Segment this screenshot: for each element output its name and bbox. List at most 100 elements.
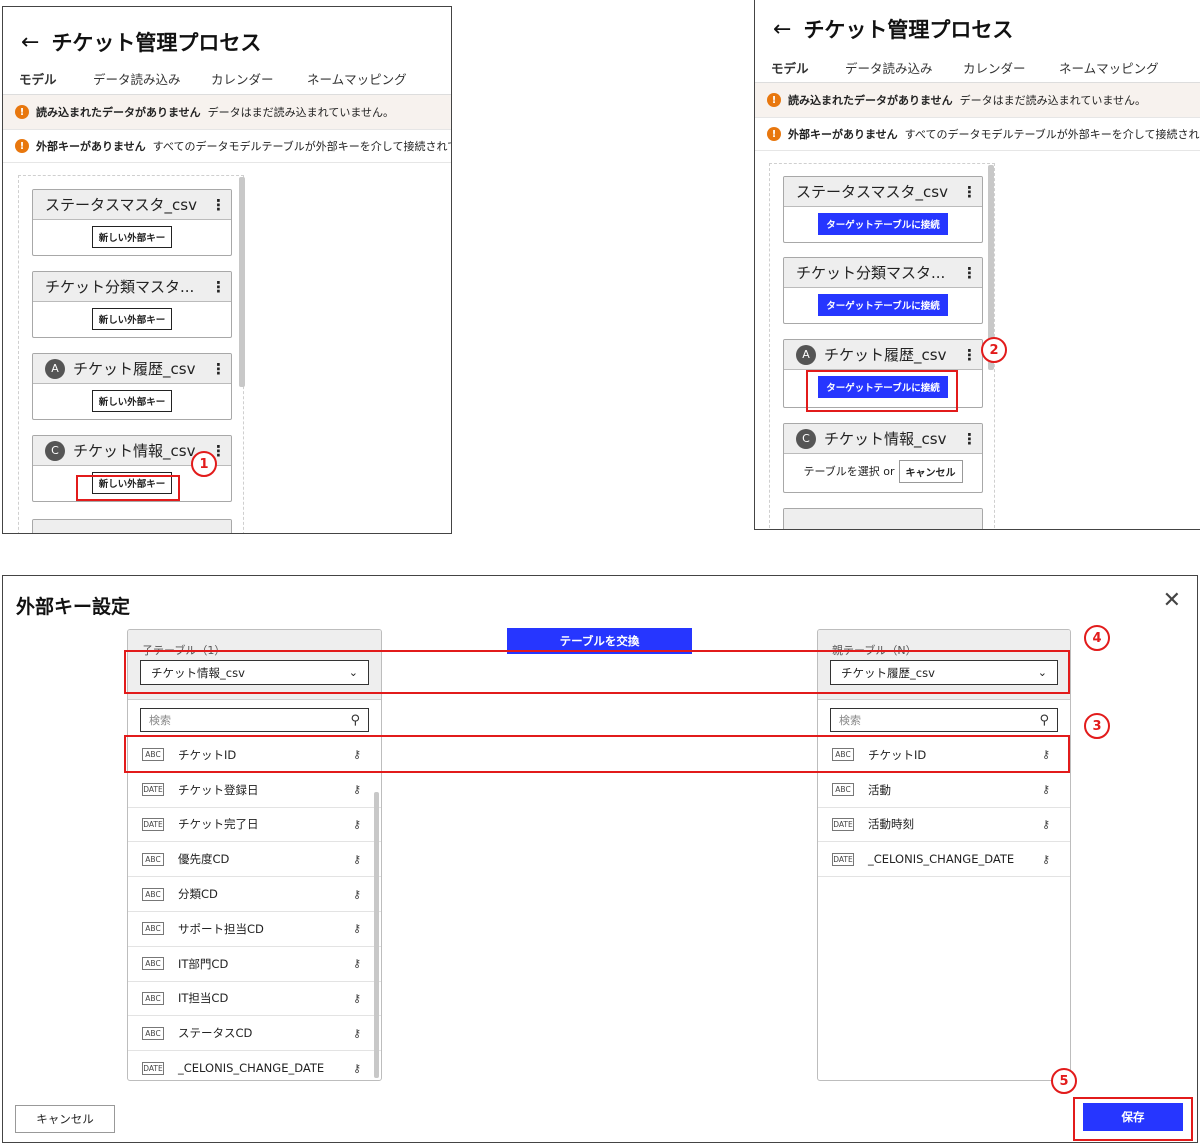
more-menu-icon[interactable]: ⋮ bbox=[962, 346, 977, 364]
table-name: チケット分類マスタ... bbox=[796, 264, 946, 282]
save-button[interactable]: 保存 bbox=[1083, 1103, 1183, 1131]
more-menu-icon[interactable]: ⋮ bbox=[962, 183, 977, 201]
child-search-input[interactable]: 検索 ⚲ bbox=[140, 708, 369, 732]
case-badge: C bbox=[45, 440, 65, 461]
table-card-ticket-history[interactable]: A チケット履歴_csv ⋮ 新しい外部キー bbox=[32, 353, 232, 420]
field-row[interactable]: ABC IT担当CD ⚷ bbox=[128, 982, 381, 1017]
warning-icon: ! bbox=[767, 127, 781, 141]
more-menu-icon[interactable]: ⋮ bbox=[211, 360, 226, 378]
activity-badge: A bbox=[796, 344, 816, 365]
tab-name-mapping[interactable]: ネームマッピング bbox=[307, 69, 407, 97]
table-name: ステータスマスタ_csv bbox=[796, 183, 948, 201]
type-badge: ABC bbox=[142, 852, 164, 866]
table-card-status-master[interactable]: ステータスマスタ_csv ⋮ 新しい外部キー bbox=[32, 189, 232, 256]
connect-target-table-button[interactable]: ターゲットテーブルに接続 bbox=[818, 294, 948, 316]
field-row[interactable]: ABC IT部門CD ⚷ bbox=[128, 947, 381, 982]
child-list-scrollbar[interactable] bbox=[374, 792, 379, 1078]
activity-badge: A bbox=[45, 358, 65, 379]
type-badge: ABC bbox=[142, 991, 164, 1005]
table-card-partial[interactable] bbox=[32, 519, 232, 533]
field-row[interactable]: ABC 優先度CD ⚷ bbox=[128, 842, 381, 878]
type-badge: ABC bbox=[142, 957, 164, 971]
field-name: 活動時刻 bbox=[868, 817, 914, 832]
search-placeholder: 検索 bbox=[839, 714, 861, 727]
key-icon[interactable]: ⚷ bbox=[1042, 853, 1050, 866]
warning-icon: ! bbox=[15, 139, 29, 153]
back-arrow-icon[interactable]: ← bbox=[773, 17, 791, 42]
table-card-status-master[interactable]: ステータスマスタ_csv ⋮ ターゲットテーブルに接続 bbox=[783, 176, 983, 243]
page-header: ← チケット管理プロセス bbox=[773, 14, 1013, 44]
child-field-list: ABC チケットID ⚷ DATE チケット登録日 ⚷ DATE チケット完了日 ⚷ ABC… bbox=[128, 738, 381, 1080]
table-card-partial[interactable] bbox=[783, 508, 983, 529]
field-row[interactable]: DATE チケット登録日 ⚷ bbox=[128, 773, 381, 808]
table-name: チケット情報_csv bbox=[824, 430, 947, 448]
table-card-category-master[interactable]: チケット分類マスタ... ⋮ 新しい外部キー bbox=[32, 271, 232, 338]
canvas-scrollbar[interactable] bbox=[239, 177, 245, 387]
back-arrow-icon[interactable]: ← bbox=[21, 30, 39, 55]
connect-target-table-button[interactable]: ターゲットテーブルに接続 bbox=[818, 213, 948, 235]
table-card-category-master[interactable]: チケット分類マスタ... ⋮ ターゲットテーブルに接続 bbox=[783, 257, 983, 324]
more-menu-icon[interactable]: ⋮ bbox=[962, 264, 977, 282]
step-marker-1: 1 bbox=[191, 451, 217, 477]
warning-title: 外部キーがありません bbox=[36, 140, 146, 153]
foreign-key-dialog: 外部キー設定 ✕ テーブルを交換 子テーブル（1） チケット情報_csv ⌄ 検… bbox=[2, 575, 1198, 1143]
type-badge: ABC bbox=[142, 1026, 164, 1040]
tab-data-load[interactable]: データ読み込み bbox=[93, 69, 211, 97]
parent-search-input[interactable]: 検索 ⚲ bbox=[830, 708, 1058, 732]
tab-bar: モデル データ読み込み カレンダー ネームマッピング bbox=[5, 69, 407, 97]
child-table-panel: 子テーブル（1） チケット情報_csv ⌄ 検索 ⚲ ABC チケットID ⚷ DA… bbox=[127, 629, 382, 1081]
key-icon[interactable]: ⚷ bbox=[353, 783, 361, 796]
field-row[interactable]: ABC ステータスCD ⚷ bbox=[128, 1016, 381, 1052]
table-name: チケット履歴_csv bbox=[73, 360, 196, 378]
new-foreign-key-button[interactable]: 新しい外部キー bbox=[91, 390, 173, 412]
step-marker-4: 4 bbox=[1084, 625, 1110, 651]
close-icon[interactable]: ✕ bbox=[1163, 588, 1181, 613]
warning-text: すべてのデータモデルテーブルが外部キーを介して接続されて bbox=[904, 128, 1200, 141]
type-badge: DATE bbox=[142, 817, 164, 831]
field-row[interactable]: ABC 活動 ⚷ bbox=[818, 773, 1070, 808]
key-icon[interactable]: ⚷ bbox=[353, 1062, 361, 1075]
search-icon: ⚲ bbox=[1039, 712, 1049, 728]
new-foreign-key-button[interactable]: 新しい外部キー bbox=[91, 226, 173, 248]
key-icon[interactable]: ⚷ bbox=[353, 1027, 361, 1040]
key-icon[interactable]: ⚷ bbox=[353, 922, 361, 935]
tab-model[interactable]: モデル bbox=[5, 69, 107, 97]
highlight-new-foreign-key bbox=[76, 475, 180, 501]
warning-icon: ! bbox=[767, 93, 781, 107]
highlight-table-selects bbox=[124, 650, 1070, 694]
step-marker-5: 5 bbox=[1051, 1068, 1077, 1094]
cancel-link-button[interactable]: キャンセル bbox=[898, 459, 963, 483]
field-row[interactable]: DATE 活動時刻 ⚷ bbox=[818, 808, 1070, 843]
more-menu-icon[interactable]: ⋮ bbox=[211, 278, 226, 296]
field-row[interactable]: DATE チケット完了日 ⚷ bbox=[128, 808, 381, 843]
panel-model-step2: ← チケット管理プロセス モデル データ読み込み カレンダー ネームマッピング … bbox=[754, 0, 1200, 530]
key-icon[interactable]: ⚷ bbox=[1042, 783, 1050, 796]
field-row[interactable]: DATE _CELONIS_CHANGE_DATE ⚷ bbox=[818, 842, 1070, 878]
key-icon[interactable]: ⚷ bbox=[353, 992, 361, 1005]
field-name: チケット登録日 bbox=[178, 782, 259, 797]
tab-calendar[interactable]: カレンダー bbox=[211, 69, 307, 97]
table-name: ステータスマスタ_csv bbox=[45, 196, 197, 214]
cancel-button[interactable]: キャンセル bbox=[15, 1105, 115, 1133]
warning-no-foreign-key: ! 外部キーがありません すべてのデータモデルテーブルが外部キーを介して接続され… bbox=[3, 129, 451, 163]
field-row[interactable]: ABC サポート担当CD ⚷ bbox=[128, 912, 381, 947]
field-row[interactable]: DATE _CELONIS_CHANGE_DATE ⚷ bbox=[128, 1051, 381, 1080]
field-name: ステータスCD bbox=[178, 1026, 253, 1041]
type-badge: ABC bbox=[142, 922, 164, 936]
table-card-ticket-info[interactable]: C チケット情報_csv ⋮ テーブルを選択 or キャンセル bbox=[783, 423, 983, 493]
warning-text: データはまだ読み込まれていません。 bbox=[207, 106, 395, 119]
field-name: 活動 bbox=[868, 782, 891, 797]
parent-table-panel: 親テーブル（N） チケット履歴_csv ⌄ 検索 ⚲ ABC チケットID ⚷ AB… bbox=[817, 629, 1071, 1081]
more-menu-icon[interactable]: ⋮ bbox=[962, 430, 977, 448]
new-foreign-key-button[interactable]: 新しい外部キー bbox=[91, 308, 173, 330]
type-badge: DATE bbox=[832, 817, 854, 831]
key-icon[interactable]: ⚷ bbox=[353, 818, 361, 831]
warning-title: 読み込まれたデータがありません bbox=[36, 106, 201, 119]
key-icon[interactable]: ⚷ bbox=[1042, 818, 1050, 831]
warning-no-foreign-key: ! 外部キーがありません すべてのデータモデルテーブルが外部キーを介して接続され… bbox=[755, 117, 1200, 151]
key-icon[interactable]: ⚷ bbox=[353, 957, 361, 970]
key-icon[interactable]: ⚷ bbox=[353, 888, 361, 901]
key-icon[interactable]: ⚷ bbox=[353, 853, 361, 866]
more-menu-icon[interactable]: ⋮ bbox=[211, 196, 226, 214]
field-row[interactable]: ABC 分類CD ⚷ bbox=[128, 877, 381, 912]
